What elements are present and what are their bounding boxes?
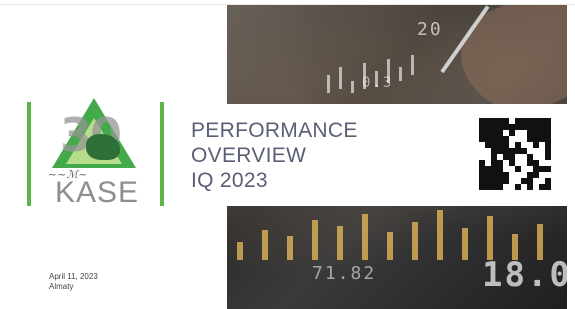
- accent-bar-left: [27, 102, 31, 206]
- photo-bar: [412, 222, 418, 260]
- photo-bar: [337, 226, 343, 260]
- photo-candle: [327, 75, 330, 93]
- slide-footer: April 11, 2023 Almaty: [49, 272, 98, 292]
- photo-digits-bottom-right: 18.0: [482, 255, 567, 295]
- photo-candle: [399, 67, 402, 81]
- brand-name: KASE: [55, 176, 140, 209]
- kase-logo: 30 ~~ℳ~ KASE: [40, 98, 150, 213]
- photo-bar: [287, 236, 293, 260]
- photo-bar: [462, 228, 468, 260]
- title-line-1: PERFORMANCE: [191, 119, 358, 142]
- photo-digits-bottom: 71.82: [312, 263, 377, 284]
- photo-candle: [339, 67, 342, 89]
- photo-digits-mid: 0.3: [362, 75, 394, 91]
- title-line-2: OVERVIEW: [191, 144, 307, 167]
- photo-bar: [262, 230, 268, 260]
- slide-location: Almaty: [49, 282, 74, 291]
- photo-bar: [487, 216, 493, 260]
- photo-bar: [437, 210, 443, 260]
- photo-candle: [351, 81, 354, 93]
- photo-bar: [362, 214, 368, 260]
- photo-bar: [237, 242, 243, 260]
- title-card: PERFORMANCE OVERVIEW IQ 2023: [167, 104, 567, 206]
- photo-bar: [312, 220, 318, 260]
- photo-bar: [387, 232, 393, 260]
- photo-digits-top: 20: [417, 19, 443, 40]
- slide-title: PERFORMANCE OVERVIEW IQ 2023: [191, 118, 358, 193]
- photo-candle: [411, 55, 414, 75]
- accent-bar-middle: [160, 102, 164, 206]
- bull-icon: [86, 134, 120, 160]
- slide-date: April 11, 2023: [49, 272, 98, 281]
- qr-code-icon[interactable]: [479, 118, 551, 190]
- title-line-3: IQ 2023: [191, 169, 268, 192]
